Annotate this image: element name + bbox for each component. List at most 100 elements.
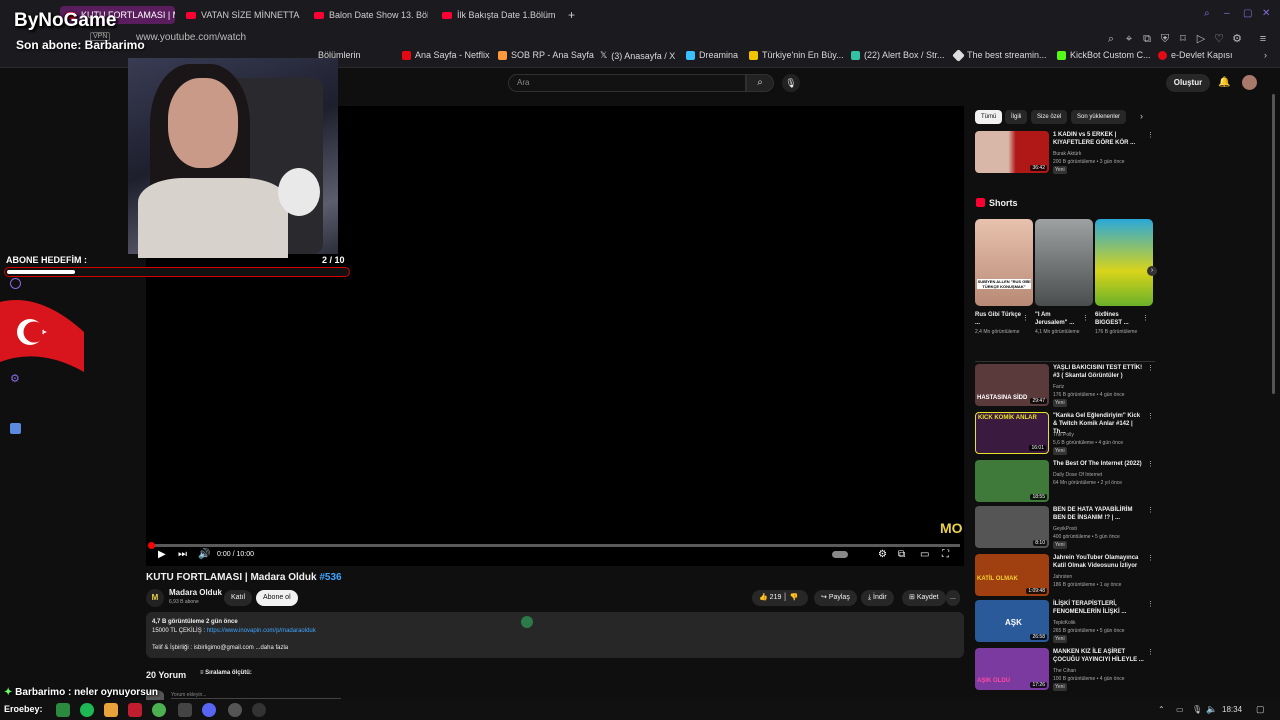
chevron-right-icon[interactable]: › — [1140, 111, 1143, 121]
close-icon[interactable]: ✕ — [1262, 8, 1270, 19]
shorts-next-icon[interactable]: › — [1147, 266, 1157, 276]
like-button[interactable]: 👍 219 │ 👎 — [752, 590, 808, 606]
menu-icon[interactable]: ≡ — [1256, 32, 1270, 46]
more-options-icon[interactable]: ⋮ — [1147, 460, 1154, 468]
related-video[interactable]: 18:55 The Best Of The Internet (2022) Da… — [975, 460, 1155, 504]
description-link[interactable]: https://www.inovapin.com/p/madaraolduk — [207, 628, 316, 634]
bookmark-alertbox[interactable]: (22) Alert Box / Str... — [851, 50, 945, 60]
bookmark-edevlet[interactable]: e-Devlet Kapısı — [1158, 50, 1233, 60]
chrome-icon[interactable] — [152, 703, 166, 717]
save-button[interactable]: ⊞ Kaydet — [902, 590, 946, 606]
related-video[interactable]: 8:10 BEN DE HATA YAPABİLİRİM BEN DE İNSA… — [975, 506, 1155, 550]
settings-gear-icon[interactable]: ⚙ — [878, 548, 887, 562]
minimize-icon[interactable]: – — [1224, 8, 1230, 19]
settings-icon[interactable]: ⚙ — [10, 372, 20, 385]
microphone-icon[interactable]: 🎙 — [1192, 705, 1202, 714]
more-options-icon[interactable]: ⋮ — [1147, 600, 1154, 608]
bookmark-kickbot[interactable]: KickBot Custom C... — [1057, 50, 1151, 60]
app-icon[interactable] — [178, 703, 192, 717]
more-options-icon[interactable]: ⋮ — [1147, 364, 1154, 372]
spotify-icon[interactable] — [80, 703, 94, 717]
next-button[interactable]: ⏭ — [178, 548, 187, 562]
sidebar-icon[interactable] — [10, 278, 21, 289]
sort-button[interactable]: ≡ Sıralama ölçütü: — [200, 670, 252, 676]
join-button[interactable]: Katıl — [224, 590, 253, 606]
more-options-icon[interactable]: ⋮ — [1082, 314, 1089, 322]
filter-chip-recent[interactable]: Son yüklenenler — [1071, 110, 1127, 124]
more-options-icon[interactable]: ⋮ — [1142, 314, 1149, 322]
folder-icon[interactable] — [104, 703, 118, 717]
bookmark-icon[interactable]: ⌑ — [1176, 32, 1190, 46]
related-video[interactable]: KICK KOMİK ANLAR 16:01 "Kanka Gel Eğlendi… — [975, 412, 1155, 456]
taskbar-app-icon[interactable] — [56, 703, 70, 717]
more-options-icon[interactable]: ⋮ — [1147, 412, 1154, 420]
fullscreen-icon[interactable]: ⛶ — [942, 548, 949, 562]
related-video[interactable]: HASTASINA SİDD 29:47 YAŞLI BAKICISINI TES… — [975, 364, 1155, 408]
theater-icon[interactable]: ▭ — [920, 548, 929, 562]
discord-icon[interactable] — [202, 703, 216, 717]
network-icon[interactable]: ▭ — [1176, 705, 1184, 714]
more-options-icon[interactable]: ⋮ — [1147, 506, 1154, 514]
progress-bar[interactable] — [148, 542, 960, 549]
play-button[interactable]: ▶ — [158, 548, 166, 562]
tab-balon-date[interactable]: Balon Date Show 13. Bölü — [308, 6, 428, 24]
filter-chip-related[interactable]: İlgili — [1005, 110, 1028, 124]
related-video[interactable]: 36:42 1 KADIN vs 5 ERKEK | KIYAFETLERE G… — [975, 131, 1155, 175]
notifications-icon[interactable]: 🔔 — [1218, 77, 1230, 88]
more-options-icon[interactable]: ⋮ — [1147, 554, 1154, 562]
related-video[interactable]: AŞK 26:58 İLİŞKİ TERAPİSTLERİ, FENOMENLER… — [975, 600, 1155, 644]
download-button[interactable]: ⤓ İndir — [861, 590, 894, 606]
more-options-icon[interactable]: ⋮ — [1147, 648, 1154, 656]
clock[interactable]: 18:34 — [1222, 705, 1242, 714]
extensions-icon[interactable]: ⚙ — [1230, 32, 1244, 46]
opera-icon[interactable] — [128, 703, 142, 717]
video-description[interactable]: 4,7 B görüntüleme 2 gün önce 15000 TL ÇE… — [146, 612, 964, 658]
bookmark-x[interactable]: 𝕏 (3) Anasayfa / X — [600, 50, 675, 61]
avatar[interactable] — [1242, 75, 1257, 90]
mic-icon[interactable]: 🎙 — [782, 74, 800, 92]
play-icon[interactable]: ▷ — [1194, 32, 1208, 46]
filter-chip-for-you[interactable]: Size özel — [1031, 110, 1068, 124]
related-video[interactable]: AŞIK OLDU 17:26 MANKEN KIZ İLE AŞİRET ÇOC… — [975, 648, 1155, 692]
channel-avatar[interactable]: M — [146, 589, 164, 607]
settings-icon[interactable] — [252, 703, 266, 717]
miniplayer-icon[interactable]: ⧉ — [898, 548, 905, 562]
url-text[interactable]: www.youtube.com/watch — [136, 32, 246, 43]
share-button[interactable]: ↪ Paylaş — [814, 590, 857, 606]
channel-name[interactable]: Madara Olduk — [169, 588, 222, 597]
search-icon[interactable]: ⌕ — [1204, 8, 1210, 19]
tray-chevron-icon[interactable]: ⌃ — [1158, 705, 1165, 714]
bookmark-streaming[interactable]: The best streamin... — [952, 48, 1047, 62]
tab-vatan[interactable]: VATAN SİZE MİNNETTAR — [180, 6, 300, 24]
subscribe-button[interactable]: Abone ol — [256, 590, 298, 606]
shield-icon[interactable]: ⛨ — [1158, 32, 1172, 46]
maximize-icon[interactable]: ▢ — [1243, 8, 1252, 19]
speaker-icon[interactable]: 🔈 — [1206, 704, 1217, 715]
bookmark-sob-rp[interactable]: SOB RP - Ana Sayfa — [498, 50, 594, 60]
bookmark-turkiye[interactable]: Türkiye'nin En Büy... — [749, 50, 844, 60]
screenshot-icon[interactable]: ⧉ — [1140, 32, 1154, 46]
app-icon[interactable] — [10, 423, 21, 434]
heart-icon[interactable]: ♡ — [1212, 32, 1226, 46]
more-options-icon[interactable]: ⋮ — [1147, 131, 1154, 139]
notification-center-icon[interactable]: ▢ — [1256, 704, 1265, 715]
add-comment-input[interactable]: Yorum ekleyin... — [171, 692, 341, 699]
zoom-icon[interactable]: ⌕ — [1104, 32, 1118, 46]
new-tab-button[interactable]: + — [562, 6, 580, 24]
pin-icon[interactable]: ⌖ — [1122, 32, 1136, 46]
bookmarks-more-icon[interactable]: › — [1264, 50, 1267, 60]
tab-ilk-bakista[interactable]: İlk Bakışta Date 1.Bölüm - — [436, 6, 556, 24]
bookmark-netflix[interactable]: Ana Sayfa - Netflix — [402, 50, 490, 60]
page-scrollbar[interactable] — [1272, 94, 1275, 394]
search-input[interactable]: Ara — [508, 74, 746, 92]
autoplay-toggle[interactable] — [832, 551, 848, 558]
progress-handle[interactable] — [148, 542, 155, 549]
hashtag-link[interactable]: #536 — [319, 572, 341, 583]
volume-icon[interactable]: 🔊 — [198, 548, 210, 562]
bookmark-dreamina[interactable]: Dreamina — [686, 50, 738, 60]
filter-chip-all[interactable]: Tümü — [975, 110, 1003, 124]
more-actions-button[interactable]: ... — [946, 590, 960, 606]
obs-icon[interactable] — [228, 703, 242, 717]
create-button[interactable]: Oluştur — [1166, 74, 1210, 92]
search-button[interactable]: ⌕ — [746, 74, 774, 92]
